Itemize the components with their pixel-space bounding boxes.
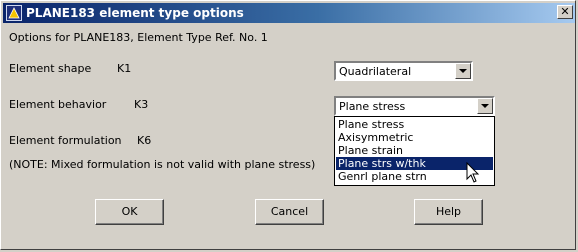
element-shape-key: K1 [117, 62, 132, 75]
list-option-plane-strain[interactable]: Plane strain [336, 144, 493, 157]
element-shape-dropdown[interactable]: Quadrilateral [334, 61, 473, 81]
list-option-plane-stress[interactable]: Plane stress [336, 118, 493, 131]
cancel-button[interactable]: Cancel [255, 199, 324, 225]
help-button[interactable]: Help [414, 199, 483, 225]
mouse-pointer-icon [466, 162, 480, 183]
element-behavior-value: Plane stress [339, 100, 406, 113]
title-bar[interactable]: PLANE183 element type options ✕ [3, 3, 575, 23]
dialog-window: PLANE183 element type options ✕ Options … [0, 0, 576, 250]
note-text: (NOTE: Mixed formulation is not valid wi… [9, 158, 316, 171]
close-icon: ✕ [560, 5, 570, 18]
chevron-down-icon[interactable] [477, 98, 493, 114]
element-behavior-dropdown[interactable]: Plane stress [334, 96, 495, 116]
element-behavior-label: Element behavior [9, 98, 107, 111]
close-button[interactable]: ✕ [557, 5, 573, 19]
ansys-app-icon [6, 5, 22, 21]
element-formulation-label: Element formulation [9, 134, 122, 147]
element-shape-value: Quadrilateral [339, 65, 412, 78]
element-shape-label: Element shape [9, 62, 92, 75]
window-title: PLANE183 element type options [26, 6, 244, 20]
chevron-down-icon[interactable] [455, 63, 471, 79]
element-formulation-key: K6 [137, 134, 152, 147]
element-behavior-key: K3 [134, 98, 149, 111]
ok-button[interactable]: OK [95, 199, 164, 225]
list-option-axisymmetric[interactable]: Axisymmetric [336, 131, 493, 144]
options-description: Options for PLANE183, Element Type Ref. … [9, 31, 268, 44]
